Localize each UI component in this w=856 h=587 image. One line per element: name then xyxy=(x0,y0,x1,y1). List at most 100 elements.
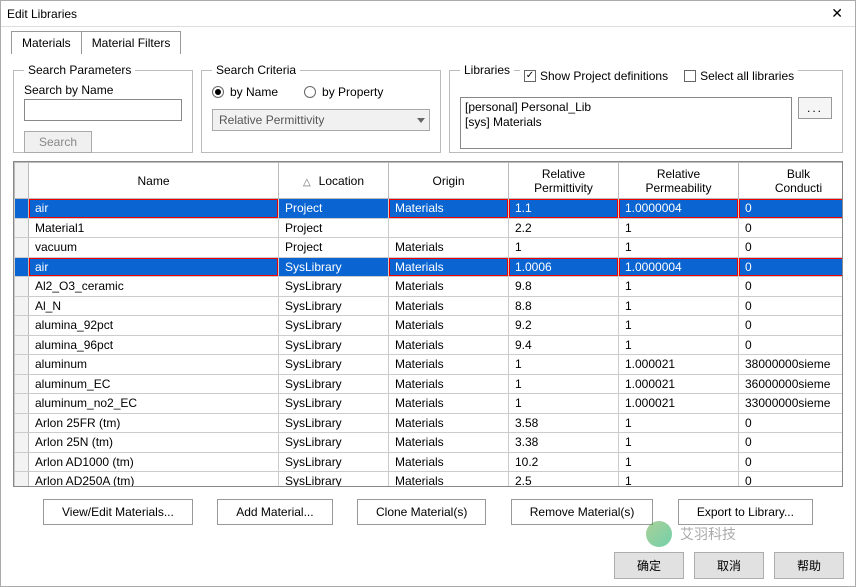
cell[interactable]: air xyxy=(29,257,279,277)
cell[interactable]: 2.2 xyxy=(509,218,619,238)
cell[interactable]: aluminum_EC xyxy=(29,374,279,394)
cell[interactable] xyxy=(389,218,509,238)
cell[interactable]: SysLibrary xyxy=(279,296,389,316)
row-handle[interactable] xyxy=(15,257,29,277)
cell[interactable]: 0 xyxy=(739,296,844,316)
cell[interactable]: Project xyxy=(279,218,389,238)
cell[interactable]: 33000000sieme xyxy=(739,394,844,414)
row-handle[interactable] xyxy=(15,335,29,355)
cell[interactable]: Materials xyxy=(389,277,509,297)
cell[interactable]: 1 xyxy=(619,472,739,488)
cell[interactable]: 3.38 xyxy=(509,433,619,453)
checkbox-select-all[interactable]: Select all libraries xyxy=(684,69,794,83)
table-row[interactable]: Arlon 25N (tm)SysLibraryMaterials3.3810 xyxy=(15,433,844,453)
cell[interactable]: 38000000sieme xyxy=(739,355,844,375)
cell[interactable]: 0 xyxy=(739,452,844,472)
row-handle[interactable] xyxy=(15,355,29,375)
cell[interactable]: Al2_O3_ceramic xyxy=(29,277,279,297)
cell[interactable]: 1 xyxy=(509,394,619,414)
row-handle[interactable] xyxy=(15,433,29,453)
cell[interactable]: Materials xyxy=(389,452,509,472)
table-row[interactable]: alumina_96pctSysLibraryMaterials9.410 xyxy=(15,335,844,355)
cell[interactable]: 0 xyxy=(739,199,844,219)
table-row[interactable]: Al2_O3_ceramicSysLibraryMaterials9.810 xyxy=(15,277,844,297)
cell[interactable]: alumina_96pct xyxy=(29,335,279,355)
cell[interactable]: 3.58 xyxy=(509,413,619,433)
cell[interactable]: 1 xyxy=(619,433,739,453)
col-permeability[interactable]: RelativePermeability xyxy=(619,163,739,199)
cell[interactable]: Materials xyxy=(389,238,509,258)
cell[interactable]: Materials xyxy=(389,413,509,433)
cell[interactable]: Materials xyxy=(389,296,509,316)
table-row[interactable]: alumina_92pctSysLibraryMaterials9.210 xyxy=(15,316,844,336)
row-handle[interactable] xyxy=(15,413,29,433)
table-row[interactable]: Material1Project2.210 xyxy=(15,218,844,238)
cell[interactable]: 2.5 xyxy=(509,472,619,488)
cell[interactable]: Arlon AD250A (tm) xyxy=(29,472,279,488)
row-handle[interactable] xyxy=(15,472,29,488)
cell[interactable]: 0 xyxy=(739,472,844,488)
col-name[interactable]: Name xyxy=(29,163,279,199)
cell[interactable]: Al_N xyxy=(29,296,279,316)
help-button[interactable]: 帮助 xyxy=(774,552,844,579)
cell[interactable]: 0 xyxy=(739,335,844,355)
cell[interactable]: SysLibrary xyxy=(279,374,389,394)
row-handle[interactable] xyxy=(15,277,29,297)
search-by-name-input[interactable] xyxy=(24,99,182,121)
col-origin[interactable]: Origin xyxy=(389,163,509,199)
cell[interactable]: vacuum xyxy=(29,238,279,258)
row-handle[interactable] xyxy=(15,316,29,336)
col-location[interactable]: △Location xyxy=(279,163,389,199)
cell[interactable]: 1 xyxy=(619,316,739,336)
radio-by-name[interactable]: by Name xyxy=(212,85,278,99)
cell[interactable]: 1 xyxy=(619,277,739,297)
table-row[interactable]: aluminumSysLibraryMaterials11.0000213800… xyxy=(15,355,844,375)
table-row[interactable]: Al_NSysLibraryMaterials8.810 xyxy=(15,296,844,316)
cell[interactable]: 1 xyxy=(619,238,739,258)
cell[interactable]: Materials xyxy=(389,394,509,414)
cell[interactable]: 1.0000004 xyxy=(619,257,739,277)
table-row[interactable]: airProjectMaterials1.11.00000040 xyxy=(15,199,844,219)
criteria-combo[interactable]: Relative Permittivity xyxy=(212,109,430,131)
cell[interactable]: SysLibrary xyxy=(279,452,389,472)
cell[interactable]: 1.000021 xyxy=(619,394,739,414)
remove-material-button[interactable]: Remove Material(s) xyxy=(511,499,654,525)
cell[interactable]: 36000000sieme xyxy=(739,374,844,394)
checkbox-show-project[interactable]: ✓ Show Project definitions xyxy=(524,69,668,83)
cell[interactable]: 1.0006 xyxy=(509,257,619,277)
cell[interactable]: 9.4 xyxy=(509,335,619,355)
search-button[interactable]: Search xyxy=(24,131,92,153)
cell[interactable]: air xyxy=(29,199,279,219)
cell[interactable]: Project xyxy=(279,238,389,258)
cell[interactable]: 1.1 xyxy=(509,199,619,219)
cell[interactable]: SysLibrary xyxy=(279,316,389,336)
cell[interactable]: Materials xyxy=(389,316,509,336)
cell[interactable]: Materials xyxy=(389,257,509,277)
cell[interactable]: Materials xyxy=(389,335,509,355)
clone-material-button[interactable]: Clone Material(s) xyxy=(357,499,486,525)
cell[interactable]: SysLibrary xyxy=(279,335,389,355)
cell[interactable]: 8.8 xyxy=(509,296,619,316)
cell[interactable]: Arlon 25FR (tm) xyxy=(29,413,279,433)
radio-by-property[interactable]: by Property xyxy=(304,85,383,99)
row-handle[interactable] xyxy=(15,199,29,219)
cell[interactable]: SysLibrary xyxy=(279,257,389,277)
view-edit-materials-button[interactable]: View/Edit Materials... xyxy=(43,499,193,525)
cell[interactable]: SysLibrary xyxy=(279,277,389,297)
table-row[interactable]: aluminum_ECSysLibraryMaterials11.0000213… xyxy=(15,374,844,394)
tab-material-filters[interactable]: Material Filters xyxy=(81,31,182,54)
list-item[interactable]: [sys] Materials xyxy=(465,115,787,130)
cell[interactable]: Materials xyxy=(389,199,509,219)
row-handle[interactable] xyxy=(15,238,29,258)
cell[interactable]: 1 xyxy=(619,452,739,472)
table-row[interactable]: vacuumProjectMaterials110 xyxy=(15,238,844,258)
cell[interactable]: Materials xyxy=(389,355,509,375)
cell[interactable]: Materials xyxy=(389,472,509,488)
cell[interactable]: 0 xyxy=(739,257,844,277)
cell[interactable]: aluminum_no2_EC xyxy=(29,394,279,414)
cell[interactable]: 1 xyxy=(619,296,739,316)
cell[interactable]: 1 xyxy=(619,413,739,433)
cell[interactable]: SysLibrary xyxy=(279,355,389,375)
cell[interactable]: 0 xyxy=(739,277,844,297)
row-handle[interactable] xyxy=(15,394,29,414)
